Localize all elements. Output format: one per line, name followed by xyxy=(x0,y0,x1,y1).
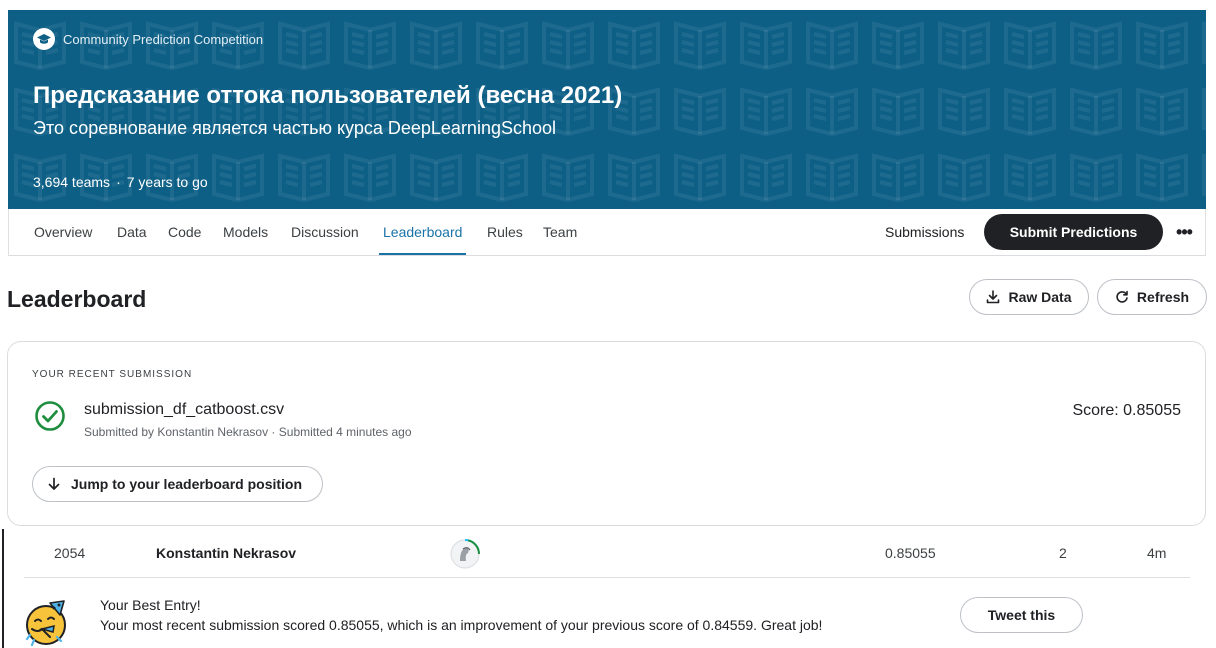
tab-leaderboard[interactable]: Leaderboard xyxy=(378,209,467,255)
tab-discussion[interactable]: Discussion xyxy=(291,209,359,255)
last-submission-cell: 4m xyxy=(1147,545,1167,561)
check-circle-icon xyxy=(35,401,65,431)
graduation-cap-icon xyxy=(33,28,55,50)
best-entry-title: Your Best Entry! xyxy=(100,597,201,613)
team-name-cell[interactable]: Konstantin Nekrasov xyxy=(156,545,296,561)
refresh-icon xyxy=(1116,290,1128,303)
refresh-label: Refresh xyxy=(1136,289,1190,305)
tab-rules[interactable]: Rules xyxy=(487,209,523,255)
refresh-button[interactable]: Refresh xyxy=(1097,279,1207,315)
tab-data[interactable]: Data xyxy=(117,209,147,255)
competition-type: Community Prediction Competition xyxy=(33,28,263,50)
submissions-link[interactable]: Submissions xyxy=(885,209,964,255)
jump-label: Jump to your leaderboard position xyxy=(71,476,303,492)
competition-header: Community Prediction Competition Предска… xyxy=(8,10,1206,209)
leaderboard-row: 2054 Konstantin Nekrasov 0.85055 2 4m Yo… xyxy=(2,529,1206,648)
recent-submission-card: YOUR RECENT SUBMISSION submission_df_cat… xyxy=(7,341,1206,526)
tab-overview[interactable]: Overview xyxy=(34,209,92,255)
recent-submission-heading: YOUR RECENT SUBMISSION xyxy=(32,369,193,380)
competition-title: Предсказание оттока пользователей (весна… xyxy=(33,82,623,109)
party-face-icon xyxy=(25,600,66,647)
competition-type-label: Community Prediction Competition xyxy=(63,31,264,47)
download-icon xyxy=(987,290,1000,304)
submission-score: Score: 0.85055 xyxy=(1072,402,1181,419)
rank-cell: 2054 xyxy=(54,545,86,561)
page-title: Leaderboard xyxy=(7,286,147,312)
submission-meta: Submitted by Konstantin Nekrasov · Submi… xyxy=(84,425,412,439)
tab-team[interactable]: Team xyxy=(543,209,577,255)
tab-models[interactable]: Models xyxy=(223,209,268,255)
entries-cell: 2 xyxy=(1059,545,1067,561)
row-divider xyxy=(24,577,1190,578)
arrow-down-icon xyxy=(48,477,60,490)
competition-meta: 3,694 teams · 7 years to go xyxy=(33,174,208,190)
meta-separator: · xyxy=(116,174,121,190)
tab-code[interactable]: Code xyxy=(168,209,201,255)
submit-predictions-button[interactable]: Submit Predictions xyxy=(984,214,1163,250)
user-avatar[interactable] xyxy=(448,537,482,571)
time-left: 7 years to go xyxy=(126,174,208,190)
tweet-button[interactable]: Tweet this xyxy=(960,597,1083,633)
raw-data-label: Raw Data xyxy=(1008,289,1072,305)
best-entry-message: Your most recent submission scored 0.850… xyxy=(100,617,823,633)
score-cell: 0.85055 xyxy=(885,545,936,561)
submission-file-name[interactable]: submission_df_catboost.csv xyxy=(84,401,284,419)
team-count: 3,694 teams xyxy=(33,174,111,190)
more-icon[interactable]: ••• xyxy=(1169,217,1199,247)
competition-subtitle: Это соревнование является частью курса D… xyxy=(33,118,557,138)
jump-to-position-button[interactable]: Jump to your leaderboard position xyxy=(32,466,323,502)
competition-tabs: Overview Data Code Models Discussion Lea… xyxy=(8,209,1206,256)
raw-data-button[interactable]: Raw Data xyxy=(969,279,1089,315)
